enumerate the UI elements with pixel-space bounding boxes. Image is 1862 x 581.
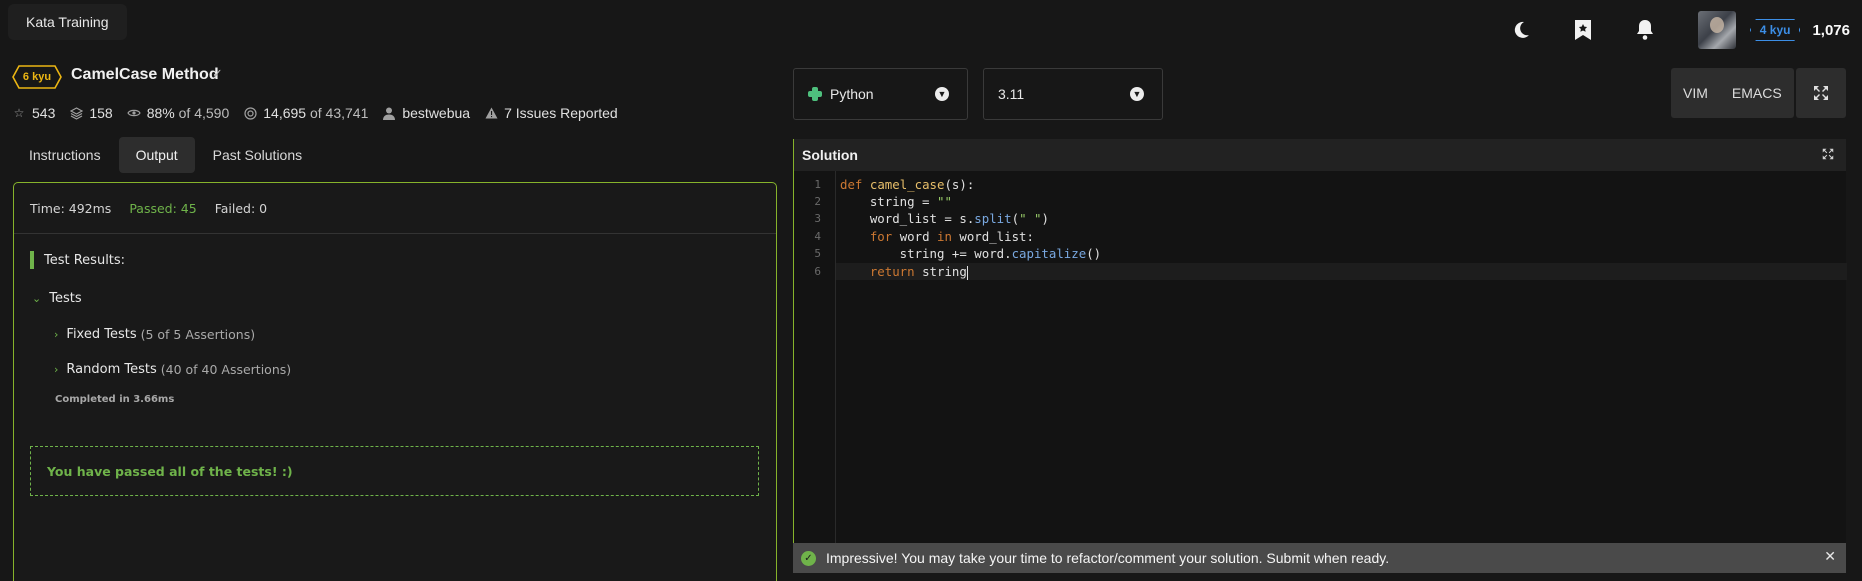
tests-group-label: Tests (49, 291, 82, 306)
completed-stat: 14,695 of 43,741 (243, 105, 368, 121)
code-line: return string (869, 264, 968, 280)
kata-training-tab[interactable]: Kata Training (8, 4, 127, 40)
line-number: 3 (814, 212, 821, 225)
moon-icon[interactable] (1510, 19, 1532, 41)
language-value: Python (830, 86, 874, 102)
output-summary: Time: 492ms Passed: 45 Failed: 0 (14, 183, 776, 234)
passed-text: Passed: 45 (129, 200, 197, 216)
bookmark-icon[interactable] (1572, 19, 1594, 41)
toast-message: Impressive! You may take your time to re… (826, 550, 1390, 566)
completed-time: Completed in 3.66ms (55, 394, 175, 405)
fullscreen-button[interactable] (1796, 68, 1846, 118)
user-icon (382, 106, 396, 120)
failed-text: Failed: 0 (214, 200, 268, 216)
honor-count: 1,076 (1812, 21, 1850, 39)
version-select[interactable]: 3.11 ▼ (983, 68, 1163, 120)
tab-instructions[interactable]: Instructions (12, 137, 118, 173)
line-number: 5 (814, 247, 821, 260)
text-cursor (966, 265, 968, 280)
fixed-tests-label: Fixed Tests (66, 327, 137, 342)
emacs-button[interactable]: EMACS (1720, 68, 1794, 118)
rank-badge[interactable]: 4 kyu (1749, 19, 1801, 41)
solution-title: Solution (802, 147, 858, 163)
kyu-badge: 6 kyu (12, 65, 62, 89)
code-line: for word in word_list: (869, 229, 1034, 244)
line-number: 1 (814, 178, 821, 191)
eye-icon (127, 106, 141, 120)
random-tests-row[interactable]: › Random Tests (40 of 40 Assertions) (54, 362, 291, 377)
line-number: 6 (814, 265, 821, 278)
star-icon: ☆ (13, 106, 25, 120)
test-results-heading: Test Results: (30, 251, 125, 269)
expand-icon[interactable] (1822, 148, 1834, 163)
tab-past-solutions[interactable]: Past Solutions (196, 137, 320, 173)
fixed-tests-note: (5 of 5 Assertions) (140, 327, 256, 342)
chevron-down-icon: ⌄ (32, 292, 42, 305)
issues-stat[interactable]: 7 Issues Reported (484, 105, 618, 121)
layers-icon (69, 106, 83, 120)
stars-stat[interactable]: ☆ 543 (12, 105, 56, 121)
bell-icon[interactable] (1634, 19, 1656, 41)
fixed-tests-row[interactable]: › Fixed Tests (5 of 5 Assertions) (54, 327, 255, 342)
version-value: 3.11 (998, 86, 1025, 102)
avatar[interactable] (1697, 11, 1736, 49)
stars-count: 543 (32, 105, 56, 121)
tests-group[interactable]: ⌄ Tests (32, 291, 82, 306)
results-bar (30, 251, 34, 269)
warning-icon (484, 106, 498, 120)
completed-value: 14,695 (263, 105, 307, 121)
code-line: string += word.capitalize() (840, 246, 1102, 261)
code-line: word_list = s.split(" ") (840, 211, 1049, 226)
chevron-down-icon: ▼ (1130, 87, 1144, 101)
tab-output[interactable]: Output (118, 137, 195, 173)
vim-button[interactable]: VIM (1671, 68, 1720, 118)
python-icon (808, 87, 822, 101)
line-gutter: 1 2 3 4 5 6 (794, 171, 836, 543)
target-icon (243, 106, 257, 120)
issues-text: 7 Issues Reported (504, 105, 618, 121)
close-icon[interactable]: ✕ (1824, 548, 1836, 565)
check-circle-icon: ✓ (801, 550, 816, 566)
chevron-right-icon: › (54, 363, 59, 376)
line-number: 2 (814, 195, 821, 208)
line-number: 4 (814, 230, 821, 243)
top-icons: 4 kyu 1,076 (1510, 10, 1850, 50)
solution-header: Solution (793, 139, 1846, 171)
time-text: Time: 492ms (30, 200, 112, 216)
collections-stat[interactable]: 158 (69, 105, 113, 121)
kata-tabs: Instructions Output Past Solutions (12, 137, 320, 173)
random-tests-note: (40 of 40 Assertions) (160, 362, 292, 377)
checkmark-icon: ✓ (212, 66, 223, 81)
satisfaction-value: 88% (146, 105, 175, 121)
collections-count: 158 (89, 105, 113, 121)
output-panel: Time: 492ms Passed: 45 Failed: 0 Test Re… (13, 182, 777, 581)
satisfaction-total: of 4,590 (178, 105, 230, 121)
pass-message: You have passed all of the tests! :) (30, 446, 759, 496)
chevron-right-icon: › (54, 328, 59, 341)
expand-icon (1814, 86, 1828, 100)
top-bar: Kata Training 4 kyu 1,076 (0, 0, 1862, 52)
kata-stats: ☆ 543 158 88% of 4,590 14,695 of 43,741 … (12, 105, 632, 121)
results-title: Test Results: (44, 252, 126, 268)
code-line: def camel_case(s): (840, 177, 975, 192)
success-toast: ✓ Impressive! You may take your time to … (793, 543, 1846, 573)
satisfaction-stat: 88% of 4,590 (127, 105, 230, 121)
chevron-down-icon: ▼ (935, 87, 949, 101)
code-editor[interactable]: 1 2 3 4 5 6 def camel_case(s): string = … (793, 171, 1847, 543)
editor-mode-group: VIM EMACS (1671, 68, 1794, 118)
code-line: string = "" (840, 194, 952, 209)
random-tests-label: Random Tests (66, 362, 157, 377)
kyu-label: 6 kyu (22, 71, 52, 83)
language-select[interactable]: Python ▼ (793, 68, 968, 120)
author-name: bestwebua (402, 105, 471, 121)
author-stat[interactable]: bestwebua (382, 105, 470, 121)
kata-title: CamelCase Method (71, 66, 219, 83)
active-line-highlight (836, 263, 1847, 280)
completed-total: of 43,741 (309, 105, 369, 121)
